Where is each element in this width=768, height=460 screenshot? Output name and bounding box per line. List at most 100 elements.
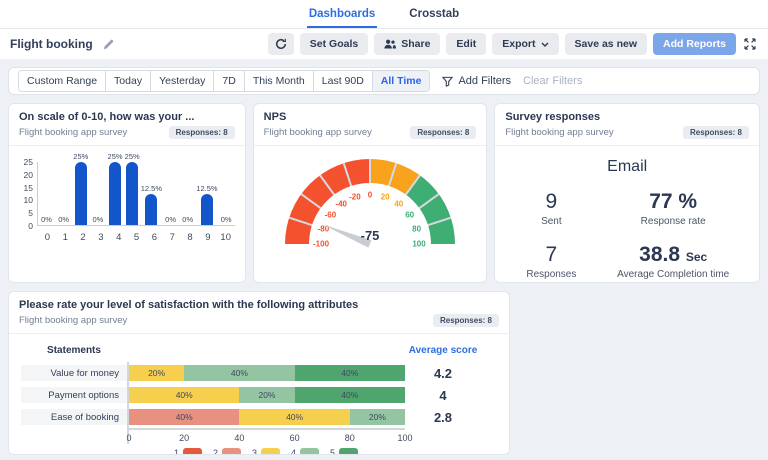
bar[interactable] — [109, 162, 121, 225]
stacked-bar: 20%40%40% — [129, 365, 405, 381]
bar[interactable] — [126, 162, 138, 225]
card-header: Please rate your level of satisfaction w… — [9, 292, 509, 334]
card-title: On scale of 0-10, how was your ... — [19, 111, 235, 123]
bar[interactable] — [201, 194, 213, 226]
card-survey-responses: Survey responses Flight booking app surv… — [494, 103, 760, 283]
top-tab-bar: Dashboards Crosstab — [0, 0, 768, 29]
bar-value-label: 0% — [41, 215, 52, 224]
export-button[interactable]: Export — [492, 33, 558, 55]
average-score-cell: 4.2 — [405, 362, 497, 384]
bar-segment-rating-3[interactable]: 20% — [129, 365, 184, 381]
bar-value-label: 25% — [125, 152, 140, 161]
add-filters-button[interactable]: Add Filters — [442, 75, 511, 87]
gauge-tick-label: -20 — [349, 193, 361, 202]
tab-dashboards[interactable]: Dashboards — [307, 1, 377, 28]
legend-item-rating-5[interactable]: 5 — [330, 448, 358, 456]
x-axis-tick-100: 100 — [397, 433, 412, 443]
edit-title-pencil-icon[interactable] — [103, 39, 114, 50]
gauge-dial: -100-80-60-40-20020406080100-75 — [275, 154, 465, 254]
card-header: Survey responses Flight booking app surv… — [495, 104, 759, 146]
refresh-button[interactable] — [268, 33, 294, 55]
average-score-value: 4 — [439, 388, 446, 403]
date-range-option-7d[interactable]: 7D — [214, 71, 244, 91]
date-range-option-today[interactable]: Today — [106, 71, 151, 91]
bar-segment-rating-3[interactable]: 40% — [129, 387, 239, 403]
date-range-option-this-month[interactable]: This Month — [245, 71, 314, 91]
stat-label: Average Completion time — [597, 269, 749, 280]
x-axis-labels: 012345678910 — [39, 232, 235, 243]
filter-bar: Custom RangeTodayYesterday7DThis MonthLa… — [8, 67, 760, 95]
date-range-option-yesterday[interactable]: Yesterday — [151, 71, 214, 91]
add-reports-button[interactable]: Add Reports — [653, 33, 736, 55]
bar-segment-rating-5[interactable]: 40% — [295, 365, 405, 381]
x-tick-label: 8 — [181, 232, 199, 243]
bar-segment-rating-4[interactable]: 20% — [239, 387, 294, 403]
legend-item-rating-4[interactable]: 4 — [291, 448, 319, 456]
stacked-bar-chart: Statements Average score Value for money… — [9, 334, 509, 455]
legend-item-rating-2[interactable]: 2 — [213, 448, 241, 456]
stat-unit: Sec — [686, 250, 707, 264]
stat-label: Sent — [505, 216, 597, 227]
x-axis-tick-80: 80 — [345, 433, 355, 443]
bar-segment-rating-5[interactable]: 40% — [295, 387, 405, 403]
x-tick-label: 0 — [39, 232, 57, 243]
channel-label: Email — [505, 158, 749, 176]
bar-value-label: 0% — [93, 215, 104, 224]
share-button[interactable]: Share — [374, 33, 440, 55]
average-score-header[interactable]: Average score — [409, 345, 478, 356]
tab-crosstab[interactable]: Crosstab — [407, 1, 461, 28]
chevron-down-icon — [541, 42, 549, 47]
date-range-option-last-90d[interactable]: Last 90D — [314, 71, 373, 91]
bar-segment-rating-2[interactable]: 40% — [129, 409, 239, 425]
stat-label: Response rate — [597, 216, 749, 227]
bar-value-label: 0% — [182, 215, 193, 224]
date-range-option-custom-range[interactable]: Custom Range — [19, 71, 106, 91]
bar-slot-9: 12.5% — [196, 162, 217, 225]
gauge-chart: -100-80-60-40-20020406080100-75 Overall … — [254, 146, 487, 268]
card-header: On scale of 0-10, how was your ... Fligh… — [9, 104, 245, 146]
clear-filters-button[interactable]: Clear Filters — [523, 75, 582, 87]
y-tick-label: 10 — [24, 195, 33, 205]
stat-value: 38.8 Sec — [597, 243, 749, 267]
stat-sent: 9 Sent — [505, 190, 597, 227]
card-title: Survey responses — [505, 111, 749, 123]
statement-label-cell: Ease of booking — [21, 406, 127, 428]
stat-value: 9 — [505, 190, 597, 214]
legend-item-rating-1[interactable]: 1 — [174, 448, 202, 456]
date-range-option-all-time[interactable]: All Time — [373, 71, 430, 91]
bar[interactable] — [75, 162, 87, 225]
gauge-tick-label: -60 — [325, 211, 337, 220]
average-score-value: 2.8 — [434, 410, 452, 425]
card-nps: NPS Flight booking app survey Responses:… — [253, 103, 488, 283]
bar[interactable] — [145, 194, 157, 226]
bar-slot-4: 25% — [107, 162, 124, 225]
legend-item-rating-3[interactable]: 3 — [252, 448, 280, 456]
average-score-value: 4.2 — [434, 366, 452, 381]
stats-grid: 9 Sent 77 % Response rate 7 Responses 38… — [505, 190, 749, 280]
legend-color-swatch — [300, 448, 319, 456]
card-scale-question: On scale of 0-10, how was your ... Fligh… — [8, 103, 246, 283]
bar-segment-rating-3[interactable]: 40% — [239, 409, 349, 425]
statement-label: Value for money — [21, 365, 127, 381]
stat-avg-completion: 38.8 Sec Average Completion time — [597, 243, 749, 280]
add-filters-label: Add Filters — [458, 75, 511, 87]
statement-label-cell: Payment options — [21, 384, 127, 406]
x-tick-label: 2 — [74, 232, 92, 243]
dashboard-content: On scale of 0-10, how was your ... Fligh… — [0, 95, 768, 460]
edit-button[interactable]: Edit — [446, 33, 486, 55]
x-tick-label: 1 — [56, 232, 74, 243]
x-axis-tick-0: 0 — [126, 433, 131, 443]
share-people-icon — [384, 39, 396, 49]
bar-segment-rating-4[interactable]: 40% — [184, 365, 294, 381]
set-goals-button[interactable]: Set Goals — [300, 33, 368, 55]
save-as-new-button[interactable]: Save as new — [565, 33, 647, 55]
card-satisfaction: Please rate your level of satisfaction w… — [8, 291, 510, 455]
stat-number: 38.8 — [639, 243, 680, 266]
fullscreen-expand-icon[interactable] — [742, 36, 758, 52]
y-tick-label: 0 — [28, 221, 33, 231]
bar-segment-rating-4[interactable]: 20% — [350, 409, 405, 425]
bar-slot-8: 0% — [179, 162, 196, 225]
legend-rating-number: 3 — [252, 448, 257, 455]
card-title: Please rate your level of satisfaction w… — [19, 299, 499, 311]
stat-label: Responses — [505, 269, 597, 280]
